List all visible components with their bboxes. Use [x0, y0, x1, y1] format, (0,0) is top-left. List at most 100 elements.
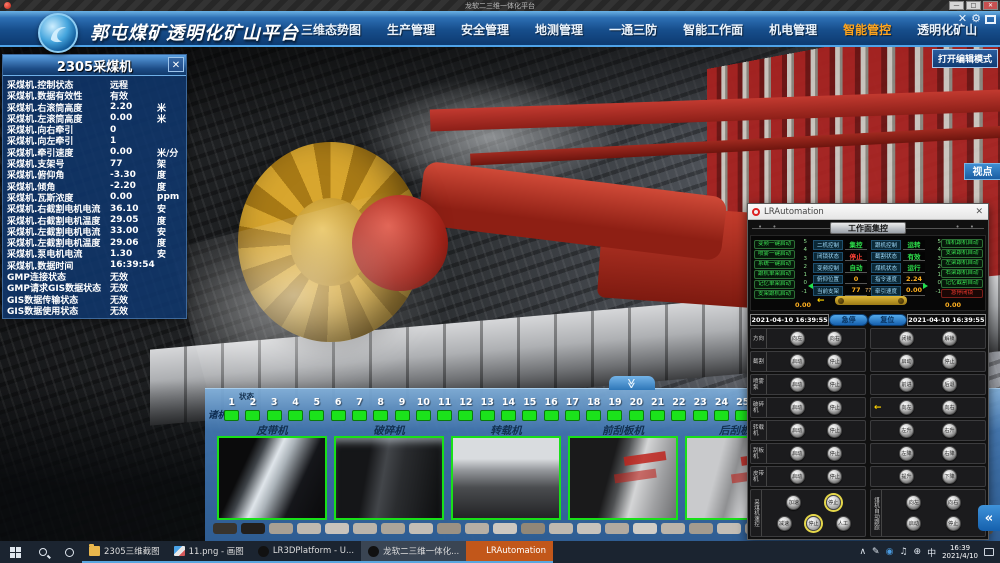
speed-button[interactable]: 人工	[836, 516, 851, 531]
side-panel-toggle[interactable]: «	[978, 505, 1000, 531]
auto-follow-group: 煤机自动跟踪 向左向右 启动停止	[870, 489, 986, 537]
nav-menu-item[interactable]: 智能工作面	[670, 21, 756, 38]
taskbar-item[interactable]: LRAutomation	[466, 541, 553, 563]
tools-icon[interactable]: ✕	[958, 13, 967, 25]
taskbar-item[interactable]: 龙软二三维一体化...	[361, 541, 466, 563]
control-button[interactable]: 向右	[827, 331, 842, 346]
tray-chevron-icon[interactable]: ∧	[859, 547, 866, 557]
nav-menu-item[interactable]: 三维态势图	[288, 21, 374, 38]
taskbar-item[interactable]: LR3DPlatform - U...	[251, 541, 361, 563]
control-button[interactable]: 启动	[790, 354, 805, 369]
auto-mode-button[interactable]: 右架跟机自动	[941, 269, 983, 278]
control-button[interactable]: 启动	[790, 446, 805, 461]
control-button[interactable]: 停止	[942, 354, 957, 369]
speed-button[interactable]: 停止	[806, 516, 821, 531]
control-button[interactable]: 启动	[790, 423, 805, 438]
control-button[interactable]: 解锁	[942, 331, 957, 346]
start-button[interactable]	[0, 547, 30, 558]
speaker-icon[interactable]: ♫	[899, 547, 907, 557]
control-button[interactable]: 启动	[899, 354, 914, 369]
nav-menu-item[interactable]: 智能管控	[830, 21, 904, 38]
speed-button[interactable]: 加速	[786, 495, 801, 510]
nav-menu-item[interactable]: 机电管理	[756, 21, 830, 38]
data-row: 采煤机.左截割电机温度 29.06 度	[3, 236, 186, 247]
control-button[interactable]: 右升	[942, 423, 957, 438]
mode-button[interactable]: 喷雾一键启动	[754, 250, 795, 259]
screen-mode-icon[interactable]	[985, 15, 996, 24]
mode-button[interactable]: 变频一键启动	[754, 240, 795, 249]
control-button[interactable]: 停止	[827, 446, 842, 461]
data-row: 采煤机.左滚筒高度 0.00 米	[3, 112, 186, 123]
shield-icon[interactable]: ◉	[886, 547, 894, 557]
control-button[interactable]: 下降	[942, 469, 957, 484]
support-number: 12	[455, 397, 476, 408]
auto-button[interactable]: 向右	[946, 495, 961, 510]
control-button[interactable]: 停止	[827, 423, 842, 438]
control-button[interactable]: 向左	[790, 331, 805, 346]
action-center-icon[interactable]	[984, 548, 994, 556]
control-button[interactable]: 向右	[942, 400, 957, 415]
speed-button[interactable]: 减速	[777, 516, 792, 531]
viewpoint-button[interactable]: 视点	[964, 163, 1000, 180]
pen-icon[interactable]: ✎	[872, 547, 880, 557]
camera-video-thumb[interactable]	[334, 436, 444, 520]
panel-collapse-tab[interactable]: ≪	[609, 376, 655, 390]
estop-lock-button[interactable]: 急停闭锁	[941, 289, 983, 298]
mode-button[interactable]: 支架跟机启动	[754, 290, 795, 299]
control-button[interactable]: 提升	[899, 469, 914, 484]
camera-video-thumb[interactable]	[451, 436, 561, 520]
reset-button[interactable]: 复位	[868, 314, 907, 326]
tab-workface-control[interactable]: 工作面集控	[830, 222, 906, 234]
mode-button[interactable]: 记忆单架启动	[754, 280, 795, 289]
nav-menu-item[interactable]: 生产管理	[374, 21, 448, 38]
control-button[interactable]: 停止	[827, 469, 842, 484]
taskbar-item[interactable]: 11.png - 画图	[167, 541, 251, 563]
control-button[interactable]: 左降	[899, 446, 914, 461]
gear-icon[interactable]: ⚙	[971, 13, 981, 25]
ime-indicator[interactable]: 中	[927, 546, 936, 559]
auto-button[interactable]: 停止	[946, 516, 961, 531]
auto-mode-button[interactable]: 煤机跟机自动	[941, 239, 983, 248]
auto-mode-button[interactable]: 左架跟机自动	[941, 259, 983, 268]
clock[interactable]: 16:39 2021/4/10	[942, 544, 978, 560]
panel-close-icon[interactable]: ✕	[168, 57, 184, 72]
camera-video-thumb[interactable]	[217, 436, 327, 520]
status-ok-indicator	[437, 410, 452, 421]
control-button[interactable]: 左升	[899, 423, 914, 438]
task-view-button[interactable]	[56, 548, 82, 557]
control-button[interactable]: 启动	[790, 400, 805, 415]
control-button[interactable]: 前进	[899, 377, 914, 392]
mode-button[interactable]: 系统一键启动	[754, 260, 795, 269]
right-scale: 543210-1	[932, 238, 941, 296]
speed-button[interactable]: 停止	[826, 495, 841, 510]
auto-mode-button[interactable]: 记忆截割自动	[941, 279, 983, 288]
auto-button[interactable]: 启动	[906, 516, 921, 531]
control-button[interactable]: 右降	[942, 446, 957, 461]
camera-video-thumb[interactable]	[568, 436, 678, 520]
auto-button[interactable]: 向左	[906, 495, 921, 510]
direction-arrow-icon: ←	[817, 296, 825, 306]
network-icon[interactable]: ⊕	[914, 547, 922, 557]
status-ok-indicator	[416, 410, 431, 421]
control-button[interactable]: 闭锁	[899, 331, 914, 346]
taskbar-item[interactable]: 2305三维截图	[82, 541, 167, 563]
nav-menu-item[interactable]: 一通三防	[596, 21, 670, 38]
control-button[interactable]: 向左	[899, 400, 914, 415]
taskbar-item-icon	[174, 546, 185, 556]
control-button[interactable]: 停止	[827, 377, 842, 392]
nav-menu-item[interactable]: 安全管理	[448, 21, 522, 38]
lra-titlebar[interactable]: LRAutomation ✕	[748, 204, 988, 220]
search-button[interactable]	[30, 548, 56, 556]
auto-mode-button[interactable]: 支架跟机自动	[941, 249, 983, 258]
nav-menu-item[interactable]: 地测管理	[522, 21, 596, 38]
mode-button[interactable]: 跟机单架启动	[754, 270, 795, 279]
open-edit-mode-button[interactable]: 打开编辑模式	[932, 49, 998, 68]
estop-button[interactable]: 急停	[829, 314, 868, 326]
control-button[interactable]: 停止	[827, 400, 842, 415]
control-button[interactable]: 启动	[790, 469, 805, 484]
control-button[interactable]: 后退	[942, 377, 957, 392]
data-row: GIS数据使用状态 无效	[3, 304, 186, 315]
control-button[interactable]: 停止	[827, 354, 842, 369]
lra-close-icon[interactable]: ✕	[975, 207, 983, 217]
control-button[interactable]: 启动	[790, 377, 805, 392]
